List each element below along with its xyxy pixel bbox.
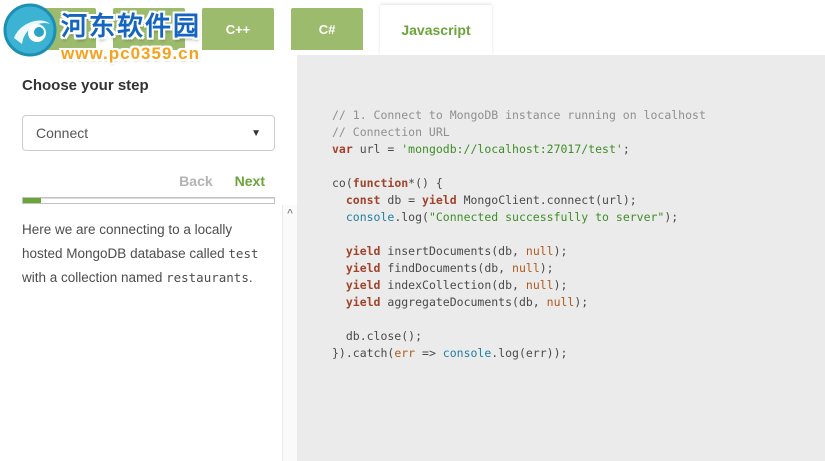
step-dropdown-value: Connect [36, 125, 89, 141]
tab-label: Javascript [401, 22, 471, 38]
sidebar-heading: Choose your step [22, 77, 149, 94]
inline-code-restaurants: restaurants [166, 270, 249, 285]
inline-code-test: test [228, 246, 259, 261]
description-text: Here we are connecting to a locally host… [22, 222, 233, 261]
chevron-down-icon: ▼ [251, 127, 261, 139]
code-block: // 1. Connect to MongoDB instance runnin… [332, 108, 706, 360]
step-navigation: Back Next [22, 173, 275, 189]
tab-language-2[interactable] [113, 8, 185, 50]
tab-label: C# [318, 21, 336, 37]
back-button[interactable]: Back [179, 173, 212, 189]
progress-fill [23, 198, 41, 203]
description-text: with a collection named [22, 270, 167, 285]
step-description: Here we are connecting to a locally host… [22, 218, 268, 290]
tab-cpp[interactable]: C++ [202, 8, 274, 50]
language-tabbar: C++ C# Javascript [0, 0, 825, 55]
content-area: Choose your step Connect ▼ Back Next Her… [0, 55, 825, 461]
description-text: . [248, 270, 253, 285]
sidebar-scrollbar[interactable]: ^ [282, 205, 297, 461]
tab-label: C++ [225, 21, 251, 37]
tab-csharp[interactable]: C# [291, 8, 363, 50]
code-panel: // 1. Connect to MongoDB instance runnin… [297, 55, 825, 461]
step-sidebar: Choose your step Connect ▼ Back Next Her… [0, 55, 297, 461]
tab-javascript[interactable]: Javascript [380, 5, 492, 55]
next-button[interactable]: Next [235, 173, 265, 189]
step-dropdown[interactable]: Connect ▼ [22, 115, 275, 151]
progress-bar [22, 197, 275, 204]
scroll-up-arrow-icon[interactable]: ^ [283, 205, 297, 221]
tab-language-1[interactable] [20, 8, 96, 50]
tutorial-page: C++ C# Javascript Choose your step Conne… [0, 0, 825, 461]
